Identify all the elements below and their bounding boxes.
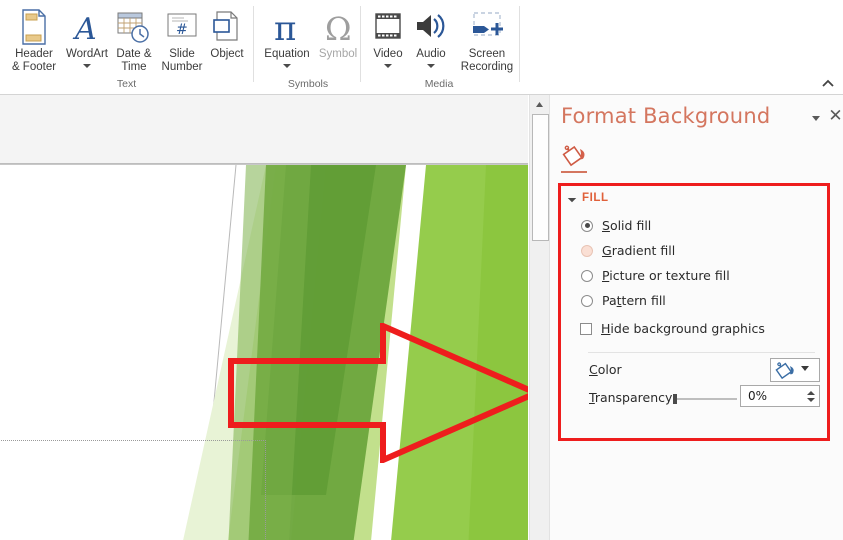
title-placeholder[interactable]: o add title — [0, 440, 266, 540]
option-gradient-fill[interactable]: Gradient fill — [581, 243, 675, 258]
ribbon-insert-tab: Header & Footer A WordArt Date & Time # … — [0, 0, 843, 95]
group-separator — [360, 6, 361, 82]
group-separator — [519, 6, 520, 82]
ribbon-button-label: Video — [373, 48, 403, 60]
section-divider — [588, 352, 815, 353]
close-icon[interactable]: ✕ — [827, 108, 843, 125]
ribbon-group-text: Header & Footer A WordArt Date & Time # … — [0, 0, 244, 90]
svg-text:#: # — [176, 22, 188, 38]
scrollbar-thumb[interactable] — [532, 114, 549, 241]
ribbon-button-label: Date & Time — [116, 48, 152, 73]
ribbon-group-media: Video Audio Screen Recording Media — [363, 0, 519, 90]
vertical-scrollbar[interactable] — [529, 95, 549, 540]
transparency-row-label: Transparency — [589, 390, 673, 405]
chevron-down-icon[interactable] — [283, 63, 291, 68]
scroll-up-arrow-icon[interactable] — [530, 95, 549, 113]
equation-pi-icon: π — [269, 0, 305, 46]
ribbon-button-screen-recording[interactable]: Screen Recording — [455, 0, 519, 73]
fill-section-label: FILL — [582, 192, 609, 204]
ribbon-button-label: Object — [210, 48, 244, 60]
ribbon-button-label: Header & Footer — [11, 48, 57, 73]
audio-speaker-icon — [413, 0, 449, 46]
paint-bucket-icon — [775, 362, 794, 380]
transparency-value-field[interactable]: 0% — [740, 385, 820, 407]
ribbon-button-label: Audio — [416, 48, 446, 60]
radio-pattern-fill[interactable] — [581, 294, 593, 307]
option-hide-background-graphics[interactable]: Hide background graphics — [580, 321, 765, 336]
fill-paint-bucket-icon[interactable] — [562, 142, 590, 168]
radio-solid-fill[interactable] — [581, 219, 593, 232]
option-label: Gradient fill — [602, 243, 676, 258]
screen-recording-icon — [467, 0, 507, 46]
svg-text:A: A — [72, 12, 97, 46]
video-film-icon — [372, 0, 404, 46]
chevron-down-icon[interactable] — [83, 63, 91, 68]
slide-editing-area[interactable]: o add title Click to add subtitle — [0, 95, 528, 540]
ribbon-group-label: Media — [424, 78, 454, 90]
slider-thumb — [673, 394, 677, 404]
transparency-slider[interactable] — [671, 393, 739, 405]
slide-top-edge — [0, 163, 528, 164]
active-tab-underline — [561, 171, 587, 173]
radio-picture-or-texture-fill[interactable] — [581, 269, 593, 282]
option-label: Hide background graphics — [601, 321, 765, 336]
option-solid-fill[interactable]: Solid fill — [581, 218, 651, 233]
ribbon-button-video[interactable]: Video — [367, 0, 409, 68]
format-background-panel: Format Background ✕ FILL Solid fill Grad… — [549, 95, 843, 540]
ribbon-button-slide-number[interactable]: # Slide Number — [157, 0, 207, 73]
chevron-down-icon[interactable] — [384, 63, 392, 68]
ribbon-button-object[interactable]: Object — [205, 0, 249, 61]
transparency-value: 0% — [748, 389, 768, 403]
powerpoint-window: Header & Footer A WordArt Date & Time # … — [0, 0, 843, 540]
panel-title: Format Background — [561, 104, 771, 128]
option-picture-or-texture-fill[interactable]: Picture or texture fill — [581, 268, 730, 283]
color-row-label: Color — [589, 362, 622, 377]
transparency-spinner[interactable] — [803, 386, 819, 406]
chevron-down-icon[interactable] — [427, 63, 435, 68]
option-label: Picture or texture fill — [602, 268, 730, 283]
slide-canvas[interactable]: o add title Click to add subtitle — [0, 164, 528, 540]
ribbon-button-label: Symbol — [318, 48, 358, 60]
ribbon-button-symbol[interactable]: Ω Symbol — [314, 0, 362, 61]
panel-menu-chevron-down-icon[interactable] — [808, 110, 824, 126]
ribbon-button-label: WordArt — [66, 48, 108, 60]
date-time-icon — [116, 0, 152, 46]
color-picker-button[interactable] — [770, 358, 820, 382]
svg-text:Ω: Ω — [325, 10, 352, 46]
color-dropdown-chevron-down-icon[interactable] — [799, 361, 811, 379]
svg-text:π: π — [274, 9, 296, 46]
object-icon — [211, 0, 243, 46]
header-footer-icon — [18, 0, 50, 46]
ribbon-button-label: Equation — [264, 48, 310, 60]
group-separator — [253, 6, 254, 82]
radio-gradient-fill[interactable] — [581, 244, 593, 257]
option-label: Pattern fill — [602, 293, 666, 308]
collapse-triangle-icon[interactable] — [567, 193, 577, 203]
wordart-icon: A — [72, 0, 102, 46]
symbol-omega-icon: Ω — [321, 0, 355, 46]
ribbon-button-wordart[interactable]: A WordArt — [64, 0, 110, 68]
collapse-ribbon-chevron-up-icon[interactable] — [819, 76, 837, 92]
checkbox-hide-background-graphics[interactable] — [580, 322, 592, 335]
option-pattern-fill[interactable]: Pattern fill — [581, 293, 666, 308]
slide-number-icon: # — [165, 0, 199, 46]
ribbon-group-label: Text — [116, 78, 137, 90]
fill-section-header[interactable]: FILL — [567, 192, 609, 204]
ribbon-button-label: Screen Recording — [460, 48, 514, 73]
ribbon-group-label: Symbols — [287, 78, 329, 90]
ribbon-button-date-time[interactable]: Date & Time — [110, 0, 158, 73]
ribbon-button-audio[interactable]: Audio — [409, 0, 453, 68]
ribbon-button-equation[interactable]: π Equation — [260, 0, 314, 68]
ribbon-button-label: Slide Number — [161, 48, 203, 73]
option-label: Solid fill — [602, 218, 652, 233]
spinner-down-icon[interactable] — [807, 397, 815, 402]
ribbon-group-symbols: π Equation Ω Symbol Symbols — [256, 0, 357, 90]
ribbon-button-header-footer[interactable]: Header & Footer — [4, 0, 64, 73]
spinner-up-icon[interactable] — [807, 390, 815, 395]
